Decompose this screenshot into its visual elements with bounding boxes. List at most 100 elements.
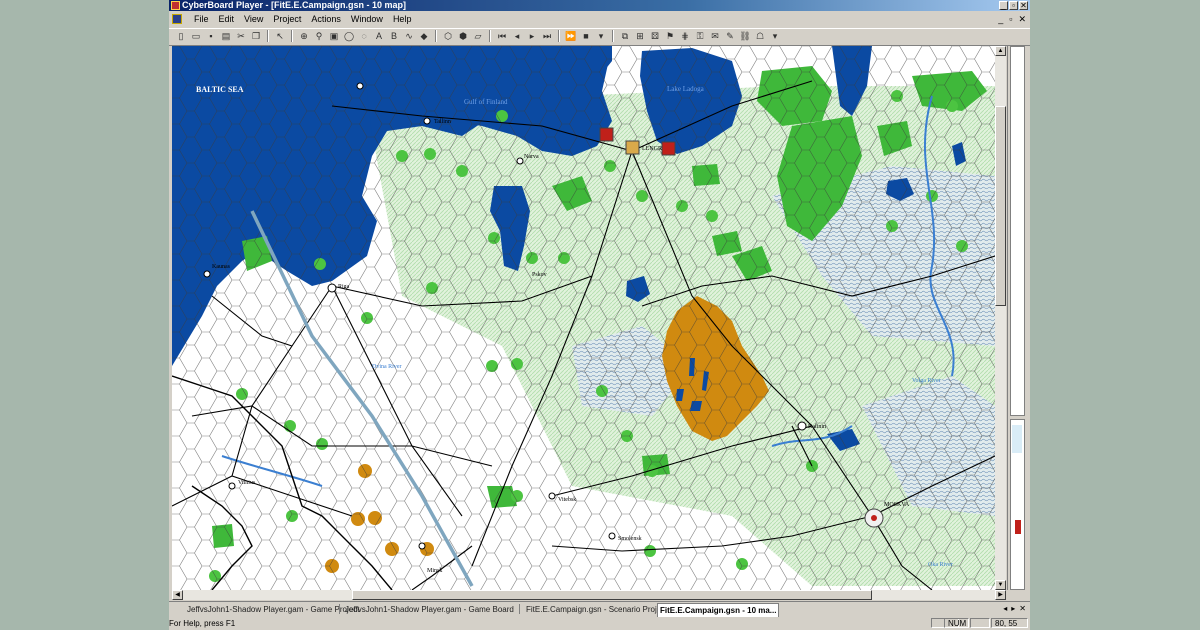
map-viewport[interactable]: BALTIC SEA Gulf of Finland Lake Ladoga L… <box>172 46 995 590</box>
tab-scenario-project[interactable]: FitE.E.Campaign.gsn - Scenario Project <box>526 603 667 616</box>
history-forward-icon[interactable]: ▸ <box>526 30 538 42</box>
mdi-close-button[interactable]: ✕ <box>1018 15 1026 24</box>
label-gulf-of-finland: Gulf of Finland <box>464 98 508 106</box>
pencil-icon[interactable]: ✎ <box>724 30 736 42</box>
stack-icon[interactable]: ▱ <box>472 30 484 42</box>
label-narva: Narva <box>524 154 539 160</box>
grid-icon[interactable]: ⋕ <box>679 30 691 42</box>
scroll-down-arrow[interactable]: ▼ <box>995 580 1006 590</box>
mark-tool-icon[interactable]: ◆ <box>418 30 430 42</box>
hex-grid <box>172 46 995 590</box>
lasso-tool-icon[interactable]: ◌ <box>358 30 370 42</box>
play-icon[interactable]: ⏩ <box>565 30 577 42</box>
vertical-scroll-thumb[interactable] <box>995 106 1006 306</box>
menu-bar: File Edit View Project Actions Window He… <box>169 12 1030 27</box>
tray-preview[interactable] <box>1010 419 1025 590</box>
maximize-button[interactable]: ▫ <box>1009 1 1018 10</box>
label-volga-river: Volga River <box>912 378 941 384</box>
document-icon[interactable] <box>172 14 182 24</box>
label-kalinin: Kalinin <box>808 424 826 430</box>
print-icon[interactable]: ▤ <box>220 30 232 42</box>
link-icon[interactable]: ⛓ <box>739 30 751 42</box>
close-button[interactable]: ✕ <box>1019 1 1028 10</box>
draw-tool-icon[interactable]: B <box>388 30 400 42</box>
owner-icon[interactable]: ⚑ <box>664 30 676 42</box>
chevron-down-icon[interactable]: ▾ <box>769 30 781 42</box>
menu-help[interactable]: Help <box>388 12 417 27</box>
unit-counter-red-1[interactable] <box>599 127 614 142</box>
move-stack-icon[interactable]: ⧉ <box>619 30 631 42</box>
history-last-icon[interactable]: ⏭ <box>541 30 553 42</box>
label-smolensk: Smolensk <box>618 536 642 542</box>
trays-icon[interactable]: ⊞ <box>634 30 646 42</box>
menu-actions[interactable]: Actions <box>306 12 346 27</box>
tab-game-board[interactable]: JeffvsJohn1-Shadow Player.gam - Game Boa… <box>345 603 514 616</box>
scroll-left-arrow[interactable]: ◀ <box>172 590 183 600</box>
new-icon[interactable]: ▯ <box>175 30 187 42</box>
help-pointer-icon[interactable]: ↖ <box>274 30 286 42</box>
menu-window[interactable]: Window <box>346 12 388 27</box>
mdi-restore-button[interactable]: ▫ <box>1009 15 1012 24</box>
label-pskov: Pskov <box>532 272 547 278</box>
cut-icon[interactable]: ✂ <box>235 30 247 42</box>
label-oka-river: Oka River <box>928 562 953 568</box>
scroll-right-arrow[interactable]: ▶ <box>995 590 1006 600</box>
tab-game-project[interactable]: JeffvsJohn1-Shadow Player.gam - Game Pro… <box>187 603 359 616</box>
history-back-icon[interactable]: ◂ <box>511 30 523 42</box>
lock-icon[interactable]: ⚿ <box>694 30 706 42</box>
status-help-text: For Help, press F1 <box>169 619 236 628</box>
label-minsk: Minsk <box>427 568 442 574</box>
open-icon[interactable]: ▭ <box>190 30 202 42</box>
label-lake-ladoga: Lake Ladoga <box>667 85 705 93</box>
hex-map[interactable]: BALTIC SEA Gulf of Finland Lake Ladoga L… <box>172 46 995 590</box>
app-icon <box>171 1 180 10</box>
map-horizontal-scrollbar[interactable]: ◀ ▶ <box>172 590 1006 600</box>
unit-counter-leningrad[interactable] <box>625 140 640 155</box>
menu-view[interactable]: View <box>239 12 268 27</box>
map-vertical-scrollbar[interactable]: ▲ ▼ <box>995 46 1006 590</box>
mdi-minimize-button[interactable]: _ <box>998 15 1003 24</box>
menu-edit[interactable]: Edit <box>214 12 240 27</box>
tray-swatch-blue <box>1012 425 1022 453</box>
title-bar: CyberBoard Player - [FitE.E.Campaign.gsn… <box>169 0 1030 11</box>
side-panel <box>1007 46 1029 590</box>
tab-prev-icon[interactable]: ◂ <box>1003 604 1007 613</box>
tab-close-icon[interactable]: ✕ <box>1019 604 1026 613</box>
menu-file[interactable]: File <box>189 12 214 27</box>
status-scrl-box <box>970 618 990 628</box>
dice-icon[interactable]: ⚄ <box>649 30 661 42</box>
properties-icon[interactable]: ▣ <box>328 30 340 42</box>
toolbar: ▯ ▭ ▪ ▤ ✂ ❐ ↖ ⊕ ⚲ ▣ ◯ ◌ A B ∿ ◆ ⬡ ⬢ ▱ ⏮ … <box>169 28 1030 46</box>
chat-icon[interactable]: ☖ <box>754 30 766 42</box>
rotate-icon[interactable]: ⬡ <box>442 30 454 42</box>
label-vitebsk: Vitebsk <box>558 497 576 503</box>
copy-icon[interactable]: ❐ <box>250 30 262 42</box>
select-tool-icon[interactable]: ◯ <box>343 30 355 42</box>
label-baltic-sea: BALTIC SEA <box>196 85 244 94</box>
history-first-icon[interactable]: ⏮ <box>496 30 508 42</box>
app-window: CyberBoard Player - [FitE.E.Campaign.gsn… <box>169 0 1030 630</box>
stop-icon[interactable]: ■ <box>580 30 592 42</box>
label-vilnius: Vilnius <box>238 480 256 486</box>
tray-swatch-red <box>1015 520 1021 534</box>
zoom-icon[interactable]: ⊕ <box>298 30 310 42</box>
record-icon[interactable]: ▾ <box>595 30 607 42</box>
unit-counter-red-2[interactable] <box>661 141 676 156</box>
flip-icon[interactable]: ⬢ <box>457 30 469 42</box>
status-bar: For Help, press F1 NUM 80, 55 <box>169 617 1030 630</box>
scroll-up-arrow[interactable]: ▲ <box>995 46 1006 56</box>
tab-map-active[interactable]: FitE.E.Campaign.gsn - 10 ma... <box>657 603 780 617</box>
send-icon[interactable]: ✉ <box>709 30 721 42</box>
tab-next-icon[interactable]: ▸ <box>1011 604 1015 613</box>
label-tallinn: Tallinn <box>434 119 451 125</box>
tray-list[interactable] <box>1010 46 1025 416</box>
save-icon[interactable]: ▪ <box>205 30 217 42</box>
moscow-marker[interactable] <box>864 508 884 528</box>
line-tool-icon[interactable]: ∿ <box>403 30 415 42</box>
minimize-button[interactable]: _ <box>999 1 1008 10</box>
label-riga: Riga <box>338 284 350 290</box>
text-tool-icon[interactable]: A <box>373 30 385 42</box>
menu-project[interactable]: Project <box>268 12 306 27</box>
find-icon[interactable]: ⚲ <box>313 30 325 42</box>
horizontal-scroll-thumb[interactable] <box>352 590 872 600</box>
